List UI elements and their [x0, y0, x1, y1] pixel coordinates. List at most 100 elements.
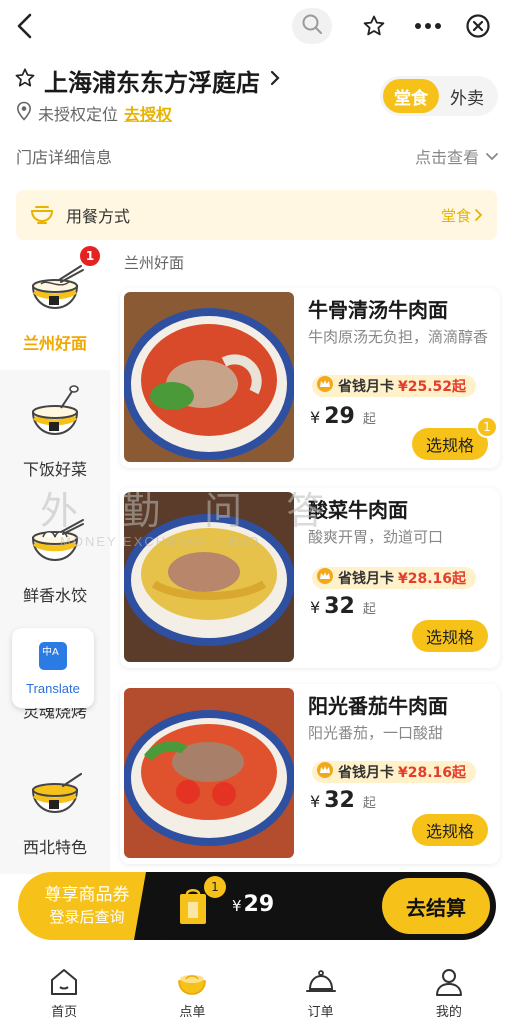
chevron-right-icon	[268, 68, 282, 92]
cart-count-badge: 1	[204, 876, 226, 898]
back-chevron-icon[interactable]	[10, 10, 40, 42]
sidebar-item-lanzhou-noodles[interactable]: 兰州好面 1	[0, 244, 110, 370]
currency-symbol: ¥	[232, 897, 242, 915]
chevron-right-icon	[475, 209, 483, 221]
dish-price: ¥ 29 起	[310, 404, 376, 429]
more-dots-icon[interactable]	[410, 8, 446, 44]
dining-method-bar[interactable]: 用餐方式 堂食	[16, 190, 497, 240]
coupon-subtitle: 登录后查询	[49, 908, 125, 926]
select-spec-button[interactable]: 选规格	[412, 620, 488, 652]
dine-in-option[interactable]: 堂食	[383, 79, 439, 113]
menu-item-card[interactable]: 酸菜牛肉面 酸爽开胃，劲道可口 省钱月卡 ¥28.16起 ¥ 32 起 选规格	[120, 488, 500, 668]
tab-order-menu[interactable]: 点单	[128, 962, 256, 1024]
translate-icon: 中A	[38, 641, 68, 675]
membership-promo: 省钱月卡 ¥28.16起	[312, 761, 476, 783]
translate-button[interactable]: 中A Translate	[12, 628, 94, 708]
close-circle-icon[interactable]	[460, 8, 496, 44]
bottom-tab-bar: 首页 点单 订单 我的	[0, 962, 513, 1024]
menu-item-card[interactable]: 牛骨清汤牛肉面 牛肉原汤无负担，滴滴醇香 省钱月卡 ¥25.52起 ¥ 29 起…	[120, 288, 500, 468]
store-detail-label: 门店详细信息	[16, 148, 113, 167]
takeout-option[interactable]: 外卖	[439, 79, 495, 113]
rice-bowl-icon	[25, 384, 85, 446]
price-value: 29	[324, 404, 355, 429]
svg-text:中A: 中A	[42, 645, 59, 658]
select-spec-label: 选规格	[425, 628, 474, 647]
tab-label: 我的	[435, 1004, 462, 1020]
dish-name: 牛骨清汤牛肉面	[308, 298, 448, 322]
noodle-bowl-icon	[25, 258, 85, 320]
select-spec-button[interactable]: 选规格	[412, 814, 488, 846]
dumpling-bowl-icon	[25, 510, 85, 572]
order-mode-toggle: 堂食 外卖	[380, 76, 498, 116]
search-icon	[301, 13, 323, 39]
dish-photo	[124, 688, 294, 858]
location-pin-icon	[16, 101, 32, 125]
sidebar-item-label: 兰州好面	[22, 334, 87, 353]
location-row: 未授权定位 去授权	[16, 100, 172, 126]
dish-description: 酸爽开胃，劲道可口	[308, 528, 444, 546]
favorite-star-icon[interactable]	[14, 67, 36, 93]
star-icon[interactable]	[356, 8, 392, 44]
tab-home[interactable]: 首页	[0, 962, 128, 1024]
currency-symbol: ¥	[310, 598, 321, 617]
dining-bowl-icon	[30, 202, 54, 228]
tab-profile[interactable]: 我的	[385, 962, 513, 1024]
menu-section-title: 兰州好面	[124, 254, 185, 272]
authorize-link[interactable]: 去授权	[124, 101, 172, 125]
dish-name: 酸菜牛肉面	[308, 498, 408, 522]
total-value: 29	[243, 892, 275, 917]
dish-photo	[124, 492, 294, 662]
sidebar-item-label: 下饭好菜	[22, 460, 87, 479]
location-status: 未授权定位	[38, 105, 119, 124]
coupon-title: 尊享商品券	[44, 885, 130, 905]
store-name: 上海浦东东方浮庭店	[44, 68, 260, 97]
search-button[interactable]	[292, 8, 332, 44]
noodle-bowl-icon	[178, 974, 207, 995]
store-detail-row[interactable]: 门店详细信息 点击查看	[0, 138, 513, 174]
sidebar-item-northwest-specials[interactable]: 西北特色	[0, 748, 110, 874]
tab-label: 订单	[307, 1004, 334, 1020]
tab-label: 首页	[51, 1004, 78, 1020]
crown-icon	[316, 568, 334, 588]
tab-label: 点单	[179, 1004, 206, 1020]
dining-method-label: 用餐方式	[66, 207, 131, 226]
price-suffix: 起	[362, 602, 376, 617]
promo-tag: 省钱月卡	[338, 765, 394, 781]
price-suffix: 起	[362, 412, 376, 427]
tab-orders[interactable]: 订单	[257, 962, 385, 1024]
price-value: 32	[324, 788, 355, 813]
dish-description: 阳光番茄，一口酸甜	[308, 724, 444, 742]
select-spec-button[interactable]: 选规格 1	[412, 416, 498, 460]
dining-method-value[interactable]: 堂食	[441, 205, 483, 226]
view-detail-label: 点击查看	[414, 148, 479, 167]
translate-label: Translate	[26, 680, 80, 696]
membership-promo: 省钱月卡 ¥25.52起	[312, 375, 476, 397]
membership-promo: 省钱月卡 ¥28.16起	[312, 567, 476, 589]
cart-bar: 1 ¥ 29 去结算	[150, 872, 496, 940]
promo-tag: 省钱月卡	[338, 571, 394, 587]
sidebar-item-dumplings[interactable]: 鲜香水饺	[0, 496, 110, 622]
spec-count-badge: 1	[476, 416, 498, 438]
sidebar-item-label: 鲜香水饺	[22, 586, 87, 605]
dish-photo	[124, 292, 294, 462]
select-spec-label: 选规格	[425, 436, 474, 455]
menu-item-card[interactable]: 阳光番茄牛肉面 阳光番茄，一口酸甜 省钱月卡 ¥28.16起 ¥ 32 起 选规…	[120, 684, 500, 864]
store-name-row[interactable]: 上海浦东东方浮庭店	[14, 62, 282, 98]
category-count-badge: 1	[80, 246, 100, 266]
home-icon	[51, 968, 78, 995]
dining-method-value-text: 堂食	[440, 206, 471, 225]
promo-price: ¥28.16起	[398, 571, 467, 587]
price-suffix: 起	[362, 796, 376, 811]
sidebar-item-rice-dishes[interactable]: 下饭好菜	[0, 370, 110, 496]
currency-symbol: ¥	[310, 792, 321, 811]
promo-price: ¥28.16起	[398, 765, 467, 781]
top-bar	[0, 0, 513, 54]
order-cloche-icon	[305, 969, 336, 992]
category-sidebar: 兰州好面 1 下饭好菜 鲜香水饺 灵魂烧烤 西北特色	[0, 244, 110, 874]
promo-price: ¥25.52起	[398, 379, 467, 395]
checkout-button[interactable]: 去结算	[382, 878, 490, 934]
sidebar-item-label: 西北特色	[22, 838, 87, 857]
select-spec-label: 选规格	[425, 822, 474, 841]
view-detail-link[interactable]: 点击查看	[415, 144, 499, 168]
dish-price: ¥ 32 起	[310, 594, 376, 619]
